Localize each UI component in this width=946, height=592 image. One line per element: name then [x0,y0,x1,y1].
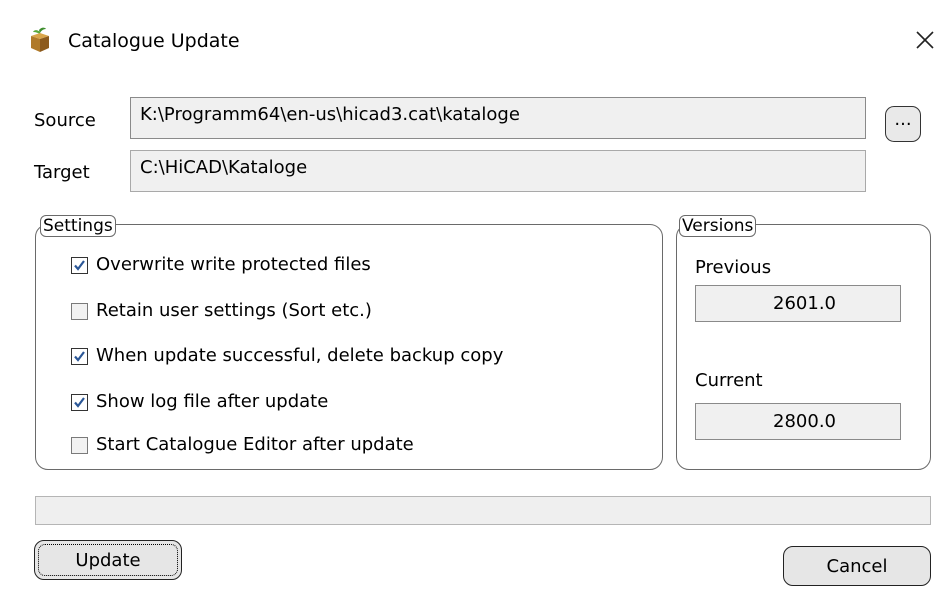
option-show-log-file[interactable]: Show log file after update [71,391,631,419]
window-title: Catalogue Update [68,30,240,52]
settings-legend: Settings [40,215,116,237]
checkbox[interactable] [71,437,88,454]
close-icon[interactable] [912,27,938,53]
target-path-field[interactable]: C:\HiCAD\Kataloge [130,150,866,192]
versions-legend: Versions [679,215,757,237]
update-button[interactable]: Update [34,540,182,580]
option-delete-backup[interactable]: When update successful, delete backup co… [71,345,631,373]
option-label: Show log file after update [96,391,329,412]
checkmark-icon [74,351,85,362]
update-progress-bar [35,496,931,525]
browse-button[interactable]: ... [885,106,921,142]
current-version-label: Current [695,370,763,391]
current-version-value: 2800.0 [695,403,901,440]
cancel-button[interactable]: Cancel [783,546,931,586]
target-label: Target [34,162,90,183]
option-label: When update successful, delete backup co… [96,345,504,366]
option-label: Overwrite write protected files [96,254,371,275]
option-label: Retain user settings (Sort etc.) [96,300,372,321]
previous-version-value: 2601.0 [695,285,901,322]
catalogue-update-dialog: Catalogue Update Source K:\Programm64\en… [0,0,946,592]
checkbox[interactable] [71,348,88,365]
option-retain-user-settings[interactable]: Retain user settings (Sort etc.) [71,300,631,328]
checkbox[interactable] [71,394,88,411]
checkmark-icon [74,397,85,408]
option-start-catalogue-editor[interactable]: Start Catalogue Editor after update [71,434,631,462]
cancel-button-label: Cancel [826,556,888,577]
checkbox[interactable] [71,257,88,274]
checkbox[interactable] [71,303,88,320]
option-overwrite-protected[interactable]: Overwrite write protected files [71,254,631,282]
previous-version-label: Previous [695,257,772,278]
source-label: Source [34,110,96,131]
focus-ring [38,544,178,576]
checkmark-icon [74,260,85,271]
option-label: Start Catalogue Editor after update [96,434,414,455]
source-path-field[interactable]: K:\Programm64\en-us\hicad3.cat\kataloge [130,97,866,139]
catalogue-box-icon [31,27,49,52]
